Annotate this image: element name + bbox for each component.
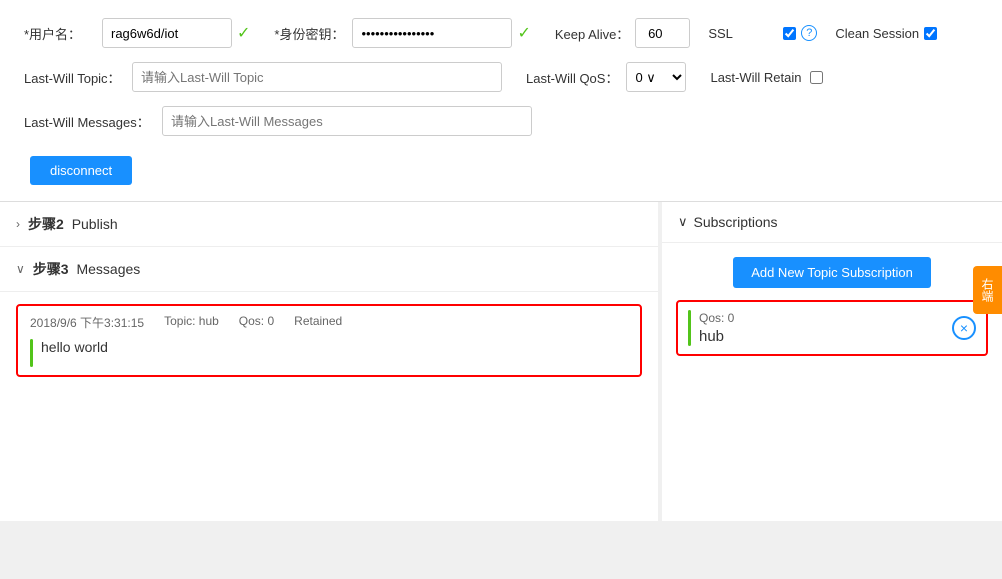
top-section: *用户名： ✓ *身份密钥： ✓ Keep Alive： SSL ? Clean… (0, 0, 1002, 202)
bottom-section: › 步骤2 Publish ∨ 步骤3 Messages 2018/9/6 下午… (0, 202, 1002, 521)
subscriptions-header[interactable]: ∨ Subscriptions (662, 202, 1002, 243)
message-qos: Qos: 0 (239, 314, 274, 331)
subscription-qos: Qos: 0 (699, 311, 944, 325)
left-panel: › 步骤2 Publish ∨ 步骤3 Messages 2018/9/6 下午… (0, 202, 662, 521)
clean-session-checkbox[interactable] (924, 27, 937, 40)
message-retained: Retained (294, 314, 342, 331)
username-input[interactable] (102, 18, 232, 48)
message-meta: 2018/9/6 下午3:31:15 Topic: hub Qos: 0 Ret… (30, 314, 628, 331)
keepalive-input[interactable] (635, 18, 690, 48)
ssl-help-icon[interactable]: ? (801, 25, 817, 41)
lastwill-retain-checkbox[interactable] (810, 71, 823, 84)
subscription-green-bar (688, 310, 691, 346)
password-input[interactable] (352, 18, 512, 48)
subscriptions-title: Subscriptions (694, 214, 778, 230)
lastwill-qos-label: Last-Will QoS： (526, 68, 618, 87)
message-green-bar (30, 339, 33, 367)
ssl-group: SSL ? (708, 25, 817, 41)
keepalive-group: Keep Alive： (555, 18, 690, 48)
right-tab[interactable]: 右端 (973, 266, 1002, 314)
form-row-1: *用户名： ✓ *身份密钥： ✓ Keep Alive： SSL ? Clean… (24, 18, 978, 48)
keepalive-label: Keep Alive： (555, 24, 629, 43)
subscription-topic: hub (699, 328, 944, 345)
disconnect-button[interactable]: disconnect (30, 156, 132, 185)
messages-area: 2018/9/6 下午3:31:15 Topic: hub Qos: 0 Ret… (0, 292, 658, 399)
clean-session-label: Clean Session (835, 26, 919, 41)
publish-chevron-icon: › (16, 217, 20, 231)
disconnect-row: disconnect (24, 150, 978, 185)
message-timestamp: 2018/9/6 下午3:31:15 (30, 314, 144, 331)
add-topic-container: Add New Topic Subscription (662, 257, 1002, 288)
message-body: hello world (30, 339, 628, 367)
publish-section-title: 步骤2 Publish (28, 214, 118, 234)
list-item: Qos: 0 hub × (676, 300, 988, 356)
subscriptions-chevron-icon: ∨ (678, 214, 688, 230)
clean-session-group: Clean Session (835, 26, 937, 41)
close-icon: × (960, 320, 968, 336)
lastwill-topic-row: Last-Will Topic： Last-Will QoS： 0 ∨ 1 2 … (24, 62, 978, 92)
password-field-group: ✓ (352, 18, 530, 48)
lastwill-topic-input[interactable] (132, 62, 502, 92)
subscription-close-button[interactable]: × (952, 316, 976, 340)
lastwill-messages-label: Last-Will Messages： (24, 112, 154, 131)
right-panel: ∨ Subscriptions Add New Topic Subscripti… (662, 202, 1002, 521)
password-check-icon: ✓ (517, 23, 530, 43)
messages-section-header[interactable]: ∨ 步骤3 Messages (0, 247, 658, 292)
lastwill-retain-label: Last-Will Retain (710, 70, 801, 85)
lastwill-qos-select[interactable]: 0 ∨ 1 2 (626, 62, 686, 92)
lastwill-messages-row: Last-Will Messages： (24, 106, 978, 136)
messages-chevron-icon: ∨ (16, 262, 25, 276)
password-label: *身份密钥： (274, 24, 344, 43)
message-topic: Topic: hub (164, 314, 219, 331)
username-label: *用户名： (24, 24, 94, 43)
lastwill-topic-label: Last-Will Topic： (24, 68, 124, 87)
username-check-icon: ✓ (237, 23, 250, 43)
add-topic-button[interactable]: Add New Topic Subscription (733, 257, 931, 288)
subscription-info: Qos: 0 hub (699, 311, 944, 345)
ssl-checkbox[interactable] (783, 27, 796, 40)
ssl-label: SSL (708, 26, 778, 41)
publish-section-header[interactable]: › 步骤2 Publish (0, 202, 658, 247)
table-row: 2018/9/6 下午3:31:15 Topic: hub Qos: 0 Ret… (16, 304, 642, 377)
username-field-group: ✓ (102, 18, 250, 48)
lastwill-messages-input[interactable] (162, 106, 532, 136)
message-text: hello world (41, 339, 108, 355)
messages-section-title: 步骤3 Messages (33, 259, 141, 279)
